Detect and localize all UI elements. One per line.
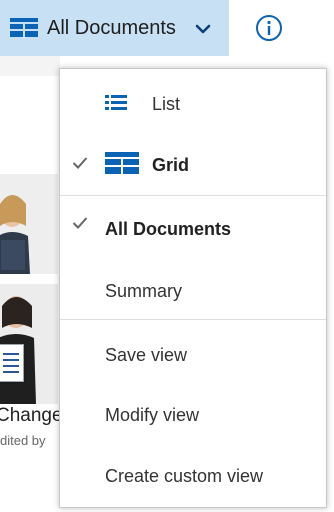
toolbar: All Documents bbox=[0, 0, 334, 56]
grid-header-strip bbox=[0, 56, 60, 76]
checkmark-icon bbox=[72, 217, 88, 229]
menu-item-label: List bbox=[152, 94, 181, 114]
menu-item-all-documents[interactable]: All Documents bbox=[60, 201, 326, 257]
document-title[interactable]: Change bbox=[0, 405, 63, 427]
menu-item-grid[interactable]: Grid bbox=[60, 137, 326, 193]
chevron-down-icon bbox=[195, 24, 211, 34]
info-icon bbox=[256, 15, 282, 41]
view-options-menu: List Grid All Documents Summary Save vie… bbox=[59, 68, 327, 508]
menu-item-list[interactable]: List bbox=[60, 75, 326, 131]
grid-icon bbox=[105, 152, 139, 174]
view-switcher-button[interactable]: All Documents bbox=[0, 0, 229, 56]
menu-item-label: Summary bbox=[105, 281, 183, 301]
info-button[interactable] bbox=[229, 0, 334, 56]
checkmark-icon bbox=[72, 157, 88, 169]
menu-divider bbox=[60, 319, 326, 320]
menu-item-label: Grid bbox=[152, 155, 190, 175]
menu-item-modify-view[interactable]: Modify view bbox=[60, 387, 326, 443]
menu-item-label: Create custom view bbox=[105, 466, 264, 486]
document-grid: Change dited by bbox=[0, 56, 63, 512]
menu-item-summary[interactable]: Summary bbox=[60, 263, 326, 319]
menu-item-label: Save view bbox=[105, 345, 188, 365]
menu-item-save-view[interactable]: Save view bbox=[60, 327, 326, 383]
document-tile-thumbnail[interactable] bbox=[0, 174, 58, 274]
word-document-icon bbox=[0, 344, 24, 382]
current-view-label: All Documents bbox=[47, 17, 176, 39]
person-photo bbox=[0, 174, 58, 274]
menu-item-label: Modify view bbox=[105, 405, 200, 425]
menu-item-label: All Documents bbox=[105, 219, 232, 239]
list-icon bbox=[105, 95, 127, 110]
menu-item-create-custom-view[interactable]: Create custom view bbox=[60, 448, 326, 504]
menu-divider bbox=[60, 195, 326, 196]
document-edited-by: dited by bbox=[0, 433, 46, 448]
grid-icon bbox=[10, 18, 38, 37]
